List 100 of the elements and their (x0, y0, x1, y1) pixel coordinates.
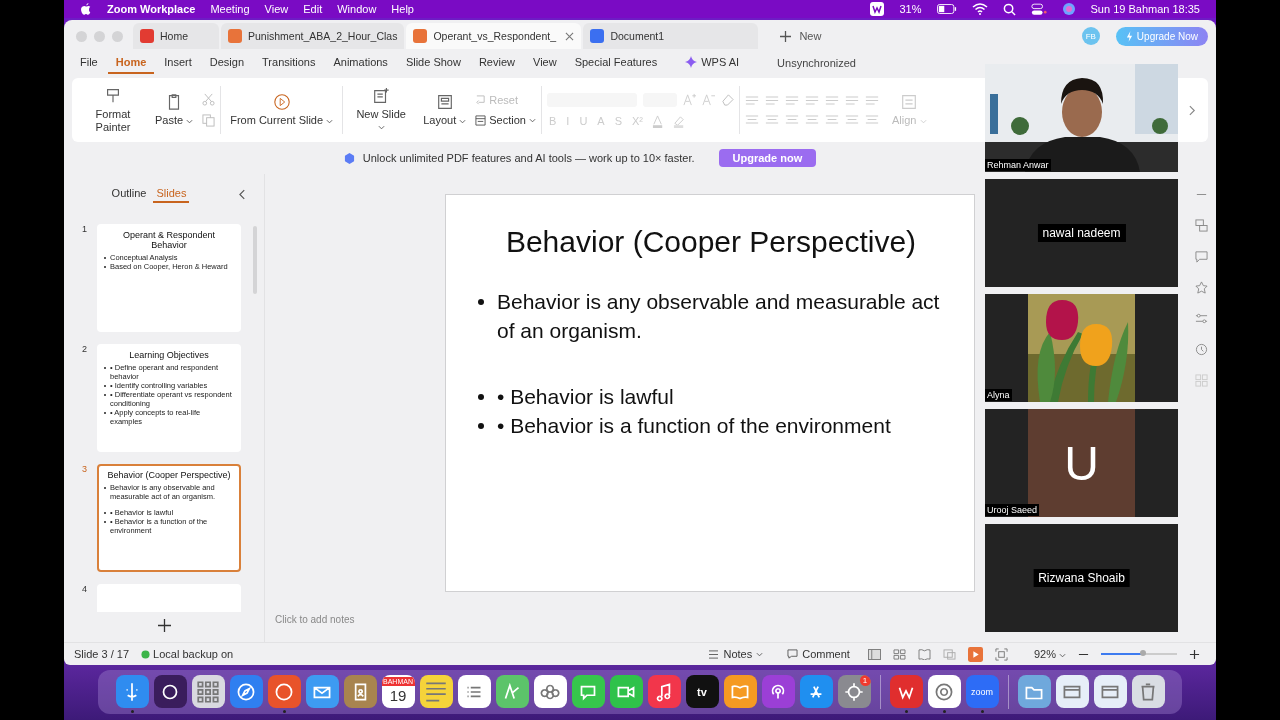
alignment-icon[interactable] (764, 114, 779, 125)
sync-status[interactable]: Unsynchronized (777, 57, 856, 69)
app-icon[interactable] (1017, 675, 1051, 708)
ribbon-tab[interactable]: View (525, 52, 565, 74)
history-icon[interactable] (1194, 343, 1208, 356)
paragraph-icon[interactable] (744, 95, 759, 106)
document-tab[interactable]: Document1 (583, 23, 759, 49)
app-status-icon[interactable] (870, 2, 885, 16)
ribbon-tab[interactable]: Special Features (566, 52, 666, 74)
app-name[interactable]: Zoom Workplace (107, 3, 196, 15)
close-icon[interactable] (565, 31, 575, 41)
reading-view-icon[interactable] (917, 648, 931, 660)
paste-button[interactable]: Paste (151, 93, 198, 127)
alignment-icon[interactable] (824, 114, 839, 125)
app-icon[interactable]: tv (685, 675, 719, 708)
alignment-icon[interactable] (864, 114, 879, 125)
alignment-icon[interactable] (744, 114, 759, 125)
chevron-right-icon[interactable] (1189, 104, 1196, 116)
paragraph-icon[interactable] (764, 95, 779, 106)
document-tab[interactable]: Punishment_ABA_2_Hour_Clas (221, 23, 405, 49)
ribbon-tab[interactable]: Slide Show (397, 52, 469, 74)
paragraph-icon[interactable] (804, 95, 819, 106)
new-slide-button[interactable]: New Slide (348, 86, 415, 134)
video-tile[interactable]: Rizwana Shoaib (985, 524, 1178, 632)
comment-icon[interactable] (1194, 250, 1208, 263)
app-icon[interactable] (115, 675, 149, 708)
app-icon[interactable] (457, 675, 491, 708)
app-icon[interactable] (229, 675, 263, 708)
new-tab-button[interactable]: New (774, 29, 828, 43)
wifi-icon[interactable] (971, 3, 988, 15)
app-icon[interactable] (343, 675, 377, 708)
video-tile[interactable]: nawal nadeem (985, 179, 1178, 287)
ribbon-tab[interactable]: Animations (325, 52, 396, 74)
backup-status[interactable]: Local backup on (141, 648, 234, 660)
app-icon[interactable] (799, 675, 833, 708)
control-center-icon[interactable] (1030, 2, 1047, 16)
app-icon[interactable] (533, 675, 567, 708)
app-icon[interactable] (889, 675, 923, 708)
video-tile[interactable]: Alyna (985, 294, 1178, 402)
normal-view-icon[interactable] (867, 648, 881, 660)
panel-tab[interactable]: Outline (108, 185, 150, 203)
grid-view-icon[interactable] (892, 648, 906, 660)
notes-button[interactable]: Notes (702, 647, 770, 661)
fit-icon[interactable] (994, 647, 1008, 661)
alignment-icon[interactable] (784, 114, 799, 125)
paragraph-icon[interactable] (784, 95, 799, 106)
section-button[interactable]: Section (475, 114, 536, 126)
app-icon[interactable] (1093, 675, 1127, 708)
paragraph-icon[interactable] (844, 95, 859, 106)
battery-icon[interactable] (936, 4, 957, 14)
app-icon[interactable]: zoom (965, 675, 999, 708)
alignment-icon[interactable] (804, 114, 819, 125)
paragraph-icon[interactable] (864, 95, 879, 106)
assistant-icon[interactable] (1061, 2, 1076, 16)
star-icon[interactable] (1194, 281, 1208, 294)
paragraph-icon[interactable] (824, 95, 839, 106)
document-tab[interactable]: Operant_vs_Respondent_ (406, 23, 582, 49)
search-icon[interactable] (1002, 2, 1016, 16)
presenter-icon[interactable] (942, 648, 956, 660)
app-icon[interactable] (153, 675, 187, 708)
ribbon-tab[interactable]: Review (470, 52, 523, 74)
menu-item[interactable]: Edit (303, 3, 323, 15)
collapse-icon[interactable] (239, 189, 246, 200)
cut-icon[interactable] (202, 93, 216, 106)
app-icon[interactable] (571, 675, 605, 708)
video-tile[interactable]: Rehman Anwar (985, 64, 1178, 172)
ribbon-tab[interactable]: Design (201, 52, 253, 74)
app-icon[interactable] (1055, 675, 1089, 708)
ai-tab[interactable]: WPS AI (677, 52, 748, 74)
upgrade-now-button[interactable]: Upgrade now (718, 149, 817, 167)
app-icon[interactable]: 1 (837, 675, 871, 708)
eraser-icon[interactable] (720, 93, 734, 106)
zoom-in-icon[interactable] (1189, 648, 1200, 660)
alignment-icon[interactable] (844, 114, 859, 125)
ribbon-tab[interactable]: Insert (156, 52, 200, 74)
menu-item[interactable]: Meeting (210, 3, 250, 15)
app-icon[interactable] (761, 675, 795, 708)
menu-item[interactable]: Help (391, 3, 414, 15)
play-icon[interactable] (967, 646, 983, 662)
video-tile[interactable]: U Urooj Saeed (985, 409, 1178, 517)
panel-tab[interactable]: Slides (153, 185, 190, 203)
app-icon[interactable] (647, 675, 681, 708)
menu-item[interactable]: View (264, 3, 289, 15)
ribbon-tab[interactable]: Transitions (254, 52, 324, 74)
settings-icon[interactable] (1194, 312, 1208, 325)
app-icon[interactable] (723, 675, 757, 708)
comment-button[interactable]: Comment (781, 647, 856, 661)
copy-icon[interactable] (202, 114, 216, 127)
app-icon[interactable] (495, 675, 529, 708)
app-icon[interactable] (927, 675, 961, 708)
app-icon[interactable] (267, 675, 301, 708)
apple-icon[interactable] (80, 2, 92, 16)
ribbon-tab[interactable]: File (72, 52, 106, 74)
format-painter-button[interactable]: Format Painter (80, 86, 146, 134)
zoom-level[interactable]: 92% (1033, 648, 1066, 660)
document-tab[interactable]: Home (133, 23, 219, 49)
switch-icon[interactable] (1194, 219, 1208, 232)
layout-button[interactable]: Layout (419, 93, 471, 127)
app-icon[interactable] (305, 675, 339, 708)
from-current-slide-button[interactable]: From Current Slide (226, 93, 338, 127)
